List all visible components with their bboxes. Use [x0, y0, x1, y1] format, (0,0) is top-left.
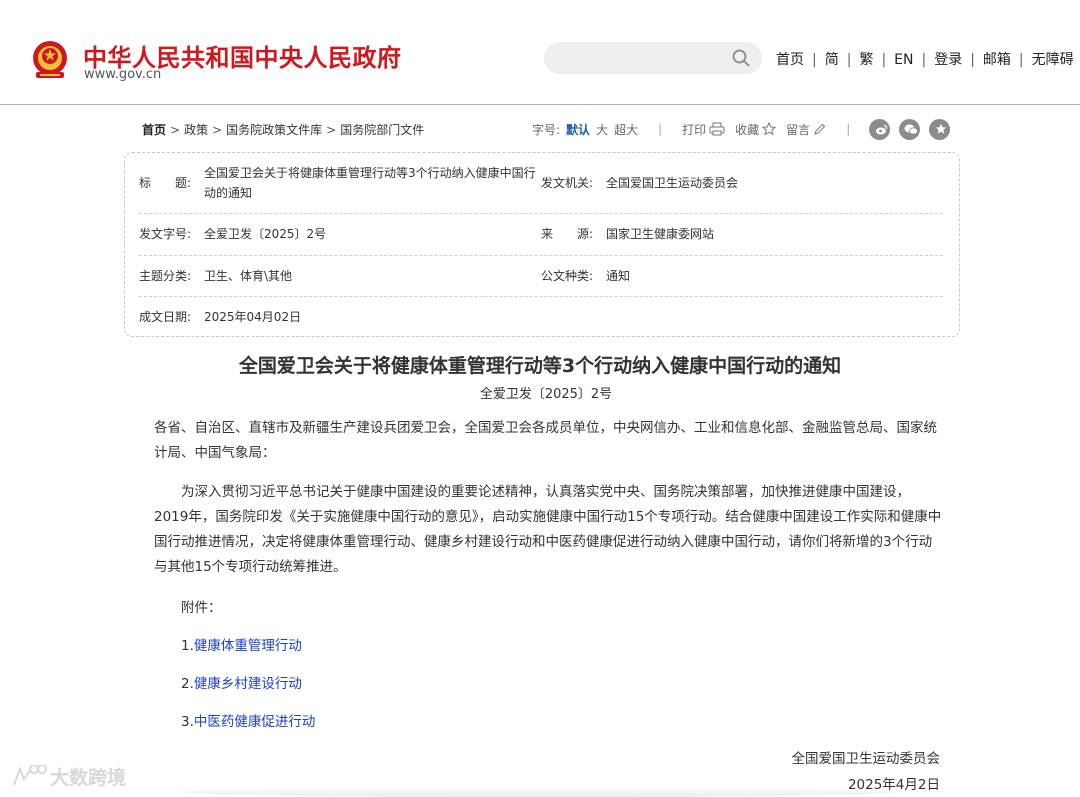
attachments-label: 附件： — [181, 600, 222, 616]
meta-docno-label: 发文字号: — [139, 227, 192, 241]
print-button[interactable]: 打印 — [682, 121, 725, 138]
breadcrumb: 首页 > 政策 > 国务院政策文件库 > 国务院部门文件 — [142, 123, 425, 137]
nav-simplified[interactable]: 简 — [825, 52, 839, 68]
pencil-icon — [814, 123, 826, 135]
weibo-icon — [875, 124, 887, 134]
nav-divider: | — [1018, 52, 1024, 68]
font-size-default[interactable]: 默认 — [566, 121, 590, 138]
meta-row: 发文字号: 全爱卫发〔2025〕2号 来 源: 国家卫生健康委网站 — [139, 214, 943, 256]
page-bottom-shadow — [180, 787, 900, 797]
breadcrumb-policy[interactable]: 政策 — [184, 123, 208, 137]
breadcrumb-dept-docs[interactable]: 国务院部门文件 — [340, 123, 424, 137]
nav-traditional[interactable]: 繁 — [859, 52, 873, 68]
article-tools: 字号: 默认 大 超大 | 打印 收藏 留言 | — [532, 118, 951, 140]
meta-date-value: 2025年04月02日 — [204, 310, 302, 324]
site-header: 中华人民共和国中央人民政府 www.gov.cn 首页 | 简 | 繁 | EN | 登录 | 邮箱… — [0, 0, 1080, 105]
meta-topic-value: 卫生、体育\其他 — [204, 269, 293, 283]
meta-row: 主题分类: 卫生、体育\其他 公文种类: 通知 — [139, 256, 943, 297]
attachment-number: 3. — [181, 714, 194, 730]
printer-icon — [709, 122, 725, 136]
document-metadata: 标 题: 全国爱卫会关于将健康体重管理行动等3个行动纳入健康中国行动的通知 发文… — [124, 152, 960, 337]
breadcrumb-home[interactable]: 首页 — [142, 123, 166, 137]
comment-label: 留言 — [786, 122, 811, 137]
meta-title-value: 全国爱卫会关于将健康体重管理行动等3个行动纳入健康中国行动的通知 — [204, 166, 536, 200]
nav-home[interactable]: 首页 — [776, 52, 804, 68]
article-title: 全国爱卫会关于将健康体重管理行动等3个行动纳入健康中国行动的通知 — [238, 355, 842, 377]
favorite-star-button[interactable] — [929, 118, 951, 140]
search-input[interactable] — [544, 42, 762, 74]
font-size-large[interactable]: 大 — [596, 121, 608, 138]
watermark: 大数跨境 — [10, 763, 126, 790]
article-addressee: 各省、自治区、直辖市及新疆生产建设兵团爱卫会，全国爱卫会各成员单位，中央网信办、… — [154, 420, 937, 461]
meta-type-value: 通知 — [606, 269, 631, 283]
watermark-text: 大数跨境 — [50, 767, 127, 789]
comment-button[interactable]: 留言 — [786, 121, 826, 138]
tools-divider: | — [846, 122, 851, 136]
nav-divider: | — [970, 52, 975, 68]
print-label: 打印 — [682, 122, 707, 137]
nav-divider: | — [846, 52, 852, 68]
meta-row: 标 题: 全国爱卫会关于将健康体重管理行动等3个行动纳入健康中国行动的通知 发文… — [139, 153, 943, 214]
breadcrumb-policy-library[interactable]: 国务院政策文件库 — [226, 123, 322, 137]
attachment-link-weight-management[interactable]: 健康体重管理行动 — [194, 638, 302, 654]
site-url[interactable]: www.gov.cn — [84, 67, 161, 82]
meta-issuer-value: 全国爱国卫生运动委员会 — [606, 176, 739, 190]
article-body: 为深入贯彻习近平总书记关于健康中国建设的重要论述精神，认真落实党中央、国务院决策… — [154, 484, 942, 575]
meta-title-label: 标 题: — [139, 176, 192, 190]
meta-row: 成文日期: 2025年04月02日 — [139, 297, 943, 337]
nav-english[interactable]: EN — [894, 52, 913, 68]
attachment-item: 3.中医药健康促进行动 — [181, 710, 315, 730]
weibo-share-button[interactable] — [869, 118, 891, 140]
wechat-icon — [904, 124, 919, 135]
star-icon — [762, 122, 777, 136]
font-size-xlarge[interactable]: 超大 — [614, 121, 638, 138]
search-icon[interactable] — [732, 49, 750, 67]
favorite-label: 收藏 — [735, 122, 760, 137]
meta-source-label: 来 源: — [541, 227, 594, 241]
nav-divider: | — [921, 52, 927, 68]
attachment-item: 2.健康乡村建设行动 — [181, 672, 302, 692]
national-emblem-icon[interactable] — [28, 38, 72, 82]
attachment-item: 1.健康体重管理行动 — [181, 634, 302, 654]
article-doc-number: 全爱卫发〔2025〕2号 — [479, 387, 613, 402]
top-nav: 首页 | 简 | 繁 | EN | 登录 | 邮箱 | 无障碍 — [776, 49, 1074, 69]
meta-topic-label: 主题分类: — [139, 269, 192, 283]
watermark-logo-icon — [13, 764, 48, 785]
meta-source-value: 国家卫生健康委网站 — [606, 227, 715, 241]
attachment-number: 1. — [181, 638, 194, 654]
nav-accessibility[interactable]: 无障碍 — [1032, 52, 1074, 68]
meta-docno-value: 全爱卫发〔2025〕2号 — [204, 227, 327, 241]
signature: 全国爱国卫生运动委员会 — [791, 751, 941, 767]
meta-date-label: 成文日期: — [139, 310, 192, 324]
tools-divider: | — [658, 122, 663, 136]
attachment-link-rural-health[interactable]: 健康乡村建设行动 — [194, 676, 302, 692]
meta-type-label: 公文种类: — [541, 269, 594, 283]
nav-login[interactable]: 登录 — [934, 52, 962, 68]
font-size-label: 字号: — [532, 122, 561, 137]
meta-issuer-label: 发文机关: — [541, 176, 594, 190]
nav-mail[interactable]: 邮箱 — [983, 52, 1011, 68]
attachment-number: 2. — [181, 676, 194, 692]
nav-divider: | — [812, 52, 817, 68]
favorite-button[interactable]: 收藏 — [735, 121, 777, 138]
nav-divider: | — [881, 52, 887, 68]
star-icon — [936, 123, 947, 134]
wechat-share-button[interactable] — [899, 118, 921, 140]
attachment-link-tcm-health[interactable]: 中医药健康促进行动 — [194, 714, 316, 730]
